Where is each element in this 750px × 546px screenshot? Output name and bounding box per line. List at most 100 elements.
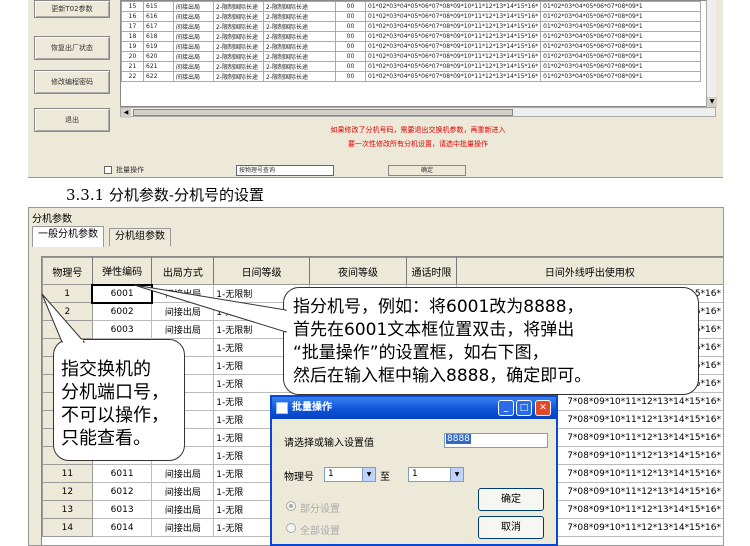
table-cell[interactable]: 2-限制国际长途 [263, 51, 336, 62]
scrollbar-thumb[interactable] [133, 109, 513, 116]
table-cell[interactable]: 间接出局 [173, 21, 214, 32]
extension-number-cell[interactable]: 6011 [91, 464, 153, 483]
extension-number-cell[interactable]: 6002 [91, 302, 153, 321]
table-row[interactable]: 20 620 间接出局 2-限制国际长途 2-限制国际长途 00 01*02*03*04*0… [121, 51, 702, 62]
top-vertical-scrollbar[interactable]: ▼ [706, 0, 717, 107]
table-cell[interactable]: 615 [143, 1, 174, 12]
table-cell[interactable]: 15 [121, 1, 144, 12]
table-cell[interactable]: 2-限制国际长途 [263, 41, 336, 52]
table-cell[interactable]: 01*02*03*04*05*06*07*08*09*10*11*12*13*1… [364, 41, 542, 52]
table-cell[interactable]: 00 [335, 11, 366, 22]
top-horizontal-scrollbar[interactable]: ◀ [120, 107, 716, 118]
change-password-button[interactable]: 修改编程密码 [34, 70, 110, 94]
column-header[interactable]: 通话时限 [406, 257, 457, 285]
table-cell[interactable]: 01*02*03*04*05*06*07*08*09*10*11*12*13*1… [364, 61, 542, 72]
table-cell[interactable]: 01*02*03*04*05*06*07*08*09*10*11*12*13*1… [364, 51, 542, 62]
table-cell[interactable]: 2-限制国际长途 [213, 41, 264, 52]
table-cell[interactable]: 2-限制国际长途 [263, 21, 336, 32]
batch-checkbox[interactable] [104, 166, 112, 174]
table-cell[interactable]: 2-限制国际长途 [213, 11, 264, 22]
table-cell[interactable]: 622 [143, 71, 174, 82]
table-cell[interactable]: 00 [335, 51, 366, 62]
table-cell[interactable]: 01*02*03*04*05*06*07*08*09*10*11*12*13*1… [364, 31, 542, 42]
table-cell[interactable]: 间接出局 [173, 61, 214, 72]
table-row[interactable]: 18 618 间接出局 2-限制国际长途 2-限制国际长途 00 01*02*03*04*0… [121, 31, 702, 42]
table-cell[interactable]: 01*02*03*04*05*06*07*08*09*1 [540, 51, 702, 62]
table-cell[interactable]: 617 [143, 21, 174, 32]
column-header[interactable]: 弹性编码 [91, 257, 153, 285]
range-to-combo[interactable]: 1 ▼ [408, 467, 464, 482]
query-select[interactable]: 按物理号查询 [236, 165, 334, 176]
table-cell[interactable]: 20 [121, 51, 144, 62]
table-cell[interactable]: 00 [335, 1, 366, 12]
table-row[interactable]: 15 615 间接出局 2-限制国际长途 2-限制国际长途 00 01*02*03*04*0… [121, 1, 702, 12]
table-cell[interactable]: 2-限制国际长途 [263, 71, 336, 82]
table-cell[interactable]: 16 [121, 11, 144, 22]
table-cell[interactable]: 17 [121, 21, 144, 32]
table-cell[interactable]: 01*02*03*04*05*06*07*08*09*1 [540, 71, 702, 82]
extension-number-cell[interactable]: 6013 [91, 500, 153, 519]
table-cell[interactable]: 2-限制国际长途 [263, 61, 336, 72]
factory-reset-button[interactable]: 恢复出厂状态 [34, 36, 110, 60]
extension-number-cell[interactable]: 6012 [91, 482, 153, 501]
table-row[interactable]: 17 617 间接出局 2-限制国际长途 2-限制国际长途 00 01*02*03*04*0… [121, 21, 702, 32]
column-header[interactable]: 物理号 [42, 257, 93, 285]
dialog-titlebar[interactable]: 批量操作 _ □ ✕ [272, 397, 556, 419]
table-row[interactable]: 21 621 间接出局 2-限制国际长途 2-限制国际长途 00 01*02*03*04*0… [121, 61, 702, 72]
table-cell[interactable]: 间接出局 [173, 51, 214, 62]
table-cell[interactable]: 00 [335, 21, 366, 32]
column-header[interactable]: 夜间等级 [308, 257, 408, 285]
table-cell[interactable]: 2-限制国际长途 [213, 1, 264, 12]
table-cell[interactable]: 01*02*03*04*05*06*07*08*09*10*11*12*13*1… [364, 21, 542, 32]
table-cell[interactable]: 2-限制国际长途 [263, 31, 336, 42]
close-icon[interactable]: ✕ [535, 400, 551, 416]
table-cell[interactable]: 01*02*03*04*05*06*07*08*09*1 [540, 41, 702, 52]
extension-number-cell[interactable]: 6014 [91, 518, 153, 537]
table-cell[interactable]: 间接出局 [173, 11, 214, 22]
exit-button[interactable]: 退出 [34, 108, 110, 132]
table-cell[interactable]: 间接出局 [151, 518, 215, 537]
table-row[interactable]: 19 619 间接出局 2-限制国际长途 2-限制国际长途 00 01*02*03*04*0… [121, 41, 702, 52]
top-confirm-button[interactable]: 确定 [388, 165, 466, 176]
column-header[interactable]: 日间外线呼出使用权 [455, 257, 723, 285]
table-cell[interactable]: 00 [335, 61, 366, 72]
table-cell[interactable]: 619 [143, 41, 174, 52]
table-cell[interactable]: 2-限制国际长途 [263, 11, 336, 22]
column-header[interactable]: 出局方式 [151, 257, 215, 285]
table-cell[interactable]: 2-限制国际长途 [213, 51, 264, 62]
table-cell[interactable]: 01*02*03*04*05*06*07*08*09*1 [540, 61, 702, 72]
table-cell[interactable]: 2-限制国际长途 [213, 71, 264, 82]
table-cell[interactable]: 19 [121, 41, 144, 52]
table-row[interactable]: 16 616 间接出局 2-限制国际长途 2-限制国际长途 00 01*02*03*04*0… [121, 11, 702, 22]
table-cell[interactable]: 616 [143, 11, 174, 22]
table-row[interactable]: 22 622 间接出局 2-限制国际长途 2-限制国际长途 00 01*02*03*04*0… [121, 71, 702, 82]
table-cell[interactable]: 间接出局 [151, 320, 215, 339]
ok-button[interactable]: 确定 [478, 488, 544, 511]
table-cell[interactable]: 01*02*03*04*05*06*07*08*09*10*11*12*13*1… [364, 1, 542, 12]
table-cell[interactable]: 618 [143, 31, 174, 42]
tab-general-extension[interactable]: 一般分机参数 [32, 226, 104, 247]
maximize-icon[interactable]: □ [516, 400, 532, 416]
table-cell[interactable]: 间接出局 [173, 41, 214, 52]
table-cell[interactable]: 2-限制国际长途 [213, 61, 264, 72]
range-from-combo[interactable]: 1 ▼ [324, 467, 376, 482]
table-cell[interactable]: 00 [335, 31, 366, 42]
chevron-down-icon[interactable]: ▼ [362, 468, 375, 481]
table-cell[interactable]: 621 [143, 61, 174, 72]
table-cell[interactable]: 01*02*03*04*05*06*07*08*09*10*11*12*13*1… [364, 11, 542, 22]
table-cell[interactable]: 间接出局 [151, 464, 215, 483]
table-cell[interactable]: 间接出局 [151, 500, 215, 519]
column-header[interactable]: 日间等级 [213, 257, 310, 285]
table-cell[interactable]: 00 [335, 41, 366, 52]
table-cell[interactable]: 01*02*03*04*05*06*07*08*09*1 [540, 1, 702, 12]
extension-number-cell[interactable]: 6003 [91, 320, 153, 339]
table-cell[interactable]: 01*02*03*04*05*06*07*08*09*10*11*12*13*1… [364, 71, 542, 82]
table-cell[interactable]: 01*02*03*04*05*06*07*08*09*1 [540, 11, 702, 22]
table-cell[interactable]: 18 [121, 31, 144, 42]
update-t02-button[interactable]: 更新T02参数 [34, 0, 110, 18]
radio-partial[interactable] [286, 501, 296, 511]
chevron-down-icon[interactable]: ▼ [450, 468, 463, 481]
table-cell[interactable]: 620 [143, 51, 174, 62]
scroll-down-icon[interactable]: ▼ [707, 97, 717, 107]
table-cell[interactable]: 01*02*03*04*05*06*07*08*09*1 [540, 21, 702, 32]
